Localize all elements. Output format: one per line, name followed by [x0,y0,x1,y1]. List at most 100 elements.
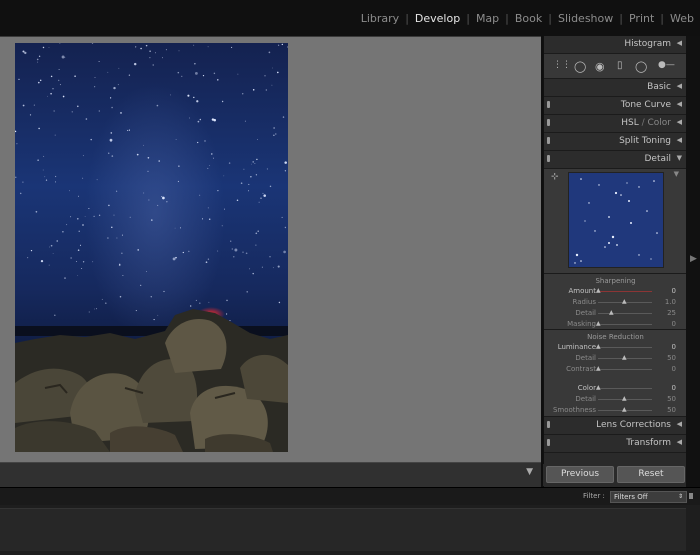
module-separator: | [660,12,665,25]
section-title: Sharpening [595,277,636,285]
module-map[interactable]: Map [476,12,499,25]
slider-thumb[interactable]: ▲ [596,365,601,372]
tab-separator: / [638,118,648,128]
split-toning-panel-header[interactable]: Split Toning ◀ [544,133,687,151]
slider-value[interactable]: 0 [672,343,676,351]
target-adjustment-icon[interactable]: ⊹ [551,172,559,182]
slider-value[interactable]: 50 [667,395,676,403]
reset-button[interactable]: Reset [617,466,685,483]
slider-thumb[interactable]: ▲ [596,320,601,327]
collapse-triangle-icon: ◀ [676,438,682,446]
collapse-triangle-icon: ◀ [676,136,682,144]
panel-switch-icon[interactable] [547,119,550,126]
filmstrip[interactable] [0,505,700,555]
red-eye-icon[interactable]: ◉ [595,60,605,73]
spot-removal-icon[interactable]: ◯ [574,60,586,73]
slider-thumb[interactable]: ▲ [596,287,601,294]
slider-row: Amount ▲ 0 [544,286,687,297]
image-canvas[interactable] [0,36,541,462]
panel-switch-icon[interactable] [547,439,550,446]
panel-switch-icon[interactable] [547,137,550,144]
slider-track[interactable] [598,369,652,370]
filter-lock-icon[interactable] [689,493,693,499]
detail-preview-area: ⊹ ▼ [544,169,687,274]
slider-row: Color ▲ 0 [544,383,687,394]
filter-value: Filters Off [614,493,648,501]
slider-track[interactable] [598,347,652,348]
slider-thumb[interactable]: ▲ [622,298,627,305]
slider-thumb[interactable]: ▲ [622,354,627,361]
slider-label: Luminance [557,343,596,351]
previous-button[interactable]: Previous [546,466,614,483]
slider-thumb[interactable]: ▲ [622,406,627,413]
slider-track[interactable] [598,291,652,292]
collapse-right-panel-icon[interactable]: ▶ [690,254,697,264]
filter-select[interactable]: Filters Off ⇕ [610,491,687,503]
module-separator: | [619,12,623,25]
module-library[interactable]: Library [361,12,399,25]
crop-overlay-icon[interactable]: ⋮⋮ [553,60,571,70]
section-title: Noise Reduction [587,333,644,341]
module-book[interactable]: Book [515,12,542,25]
hsl-tab[interactable]: HSL [621,118,639,128]
expanded-triangle-icon: ▼ [676,154,682,162]
toolbar-content-dropdown-icon[interactable]: ▼ [526,467,533,477]
panel-title: Transform [626,438,671,448]
slider-value[interactable]: 0 [672,365,676,373]
module-print[interactable]: Print [629,12,654,25]
slider-thumb[interactable]: ▲ [609,309,614,316]
right-panel-group: Histogram ◀ ⋮⋮ ◯ ◉ ▯ ◯ ●— Basic ◀ Tone C… [543,36,687,487]
right-panel-edge[interactable]: ▶ [686,36,700,487]
module-picker: Library | Develop | Map | Book | Slideshow | … [0,0,700,36]
panel-button-row: Previous Reset [543,464,686,486]
basic-panel-header[interactable]: Basic ◀ [544,79,687,97]
transform-panel-header[interactable]: Transform ◀ [544,435,687,453]
slider-value[interactable]: 1.0 [665,298,676,306]
slider-track[interactable] [598,313,652,314]
preview-toggle-icon[interactable]: ▼ [674,170,679,178]
slider-row: Radius ▲ 1.0 [544,297,687,308]
slider-value[interactable]: 25 [667,309,676,317]
module-separator: | [505,12,509,25]
module-separator: | [405,12,409,25]
slider-label: Amount [568,287,596,295]
slider-value[interactable]: 0 [672,287,676,295]
hsl-color-panel-header[interactable]: HSL / Color ◀ [544,115,687,133]
slider-thumb[interactable]: ▲ [596,384,601,391]
collapse-triangle-icon: ◀ [676,39,682,47]
graduated-filter-icon[interactable]: ▯ [617,60,623,71]
radial-filter-icon[interactable]: ◯ [635,60,647,73]
adjustment-brush-icon[interactable]: ●— [658,60,675,70]
sharpening-section: Sharpening Amount ▲ 0 Radius ▲ 1.0 Detail ▲ 25 Ma… [544,274,687,330]
photo-preview[interactable] [15,43,288,452]
panel-switch-icon[interactable] [547,155,550,162]
slider-row: Luminance ▲ 0 [544,342,687,353]
slider-label: Radius [572,298,596,306]
detail-panel-header[interactable]: Detail ▼ [544,151,687,169]
slider-row: Smoothness ▲ 50 [544,405,687,416]
slider-row: Detail ▲ 50 [544,353,687,364]
module-develop[interactable]: Develop [415,12,460,25]
color-tab[interactable]: Color [648,118,672,128]
slider-thumb[interactable]: ▲ [622,395,627,402]
slider-track[interactable] [598,388,652,389]
slider-value[interactable]: 0 [672,384,676,392]
panel-title: Split Toning [619,136,671,146]
slider-value[interactable]: 50 [667,406,676,414]
slider-value[interactable]: 0 [672,320,676,328]
panel-switch-icon[interactable] [547,101,550,108]
histogram-panel-header[interactable]: Histogram ◀ [544,36,687,54]
lens-corrections-panel-header[interactable]: Lens Corrections ◀ [544,417,687,435]
module-slideshow[interactable]: Slideshow [558,12,613,25]
panel-title: Tone Curve [620,100,671,110]
module-web[interactable]: Web [670,12,694,25]
slider-track[interactable] [598,324,652,325]
slider-value[interactable]: 50 [667,354,676,362]
filter-label: Filter : [583,492,605,500]
detail-zoom-preview[interactable] [568,172,664,268]
tone-curve-panel-header[interactable]: Tone Curve ◀ [544,97,687,115]
slider-label: Detail [575,354,596,362]
slider-thumb[interactable]: ▲ [596,343,601,350]
panel-switch-icon[interactable] [547,421,550,428]
noise-reduction-section: Noise Reduction Luminance ▲ 0 Detail ▲ 50 Cont… [544,330,687,417]
